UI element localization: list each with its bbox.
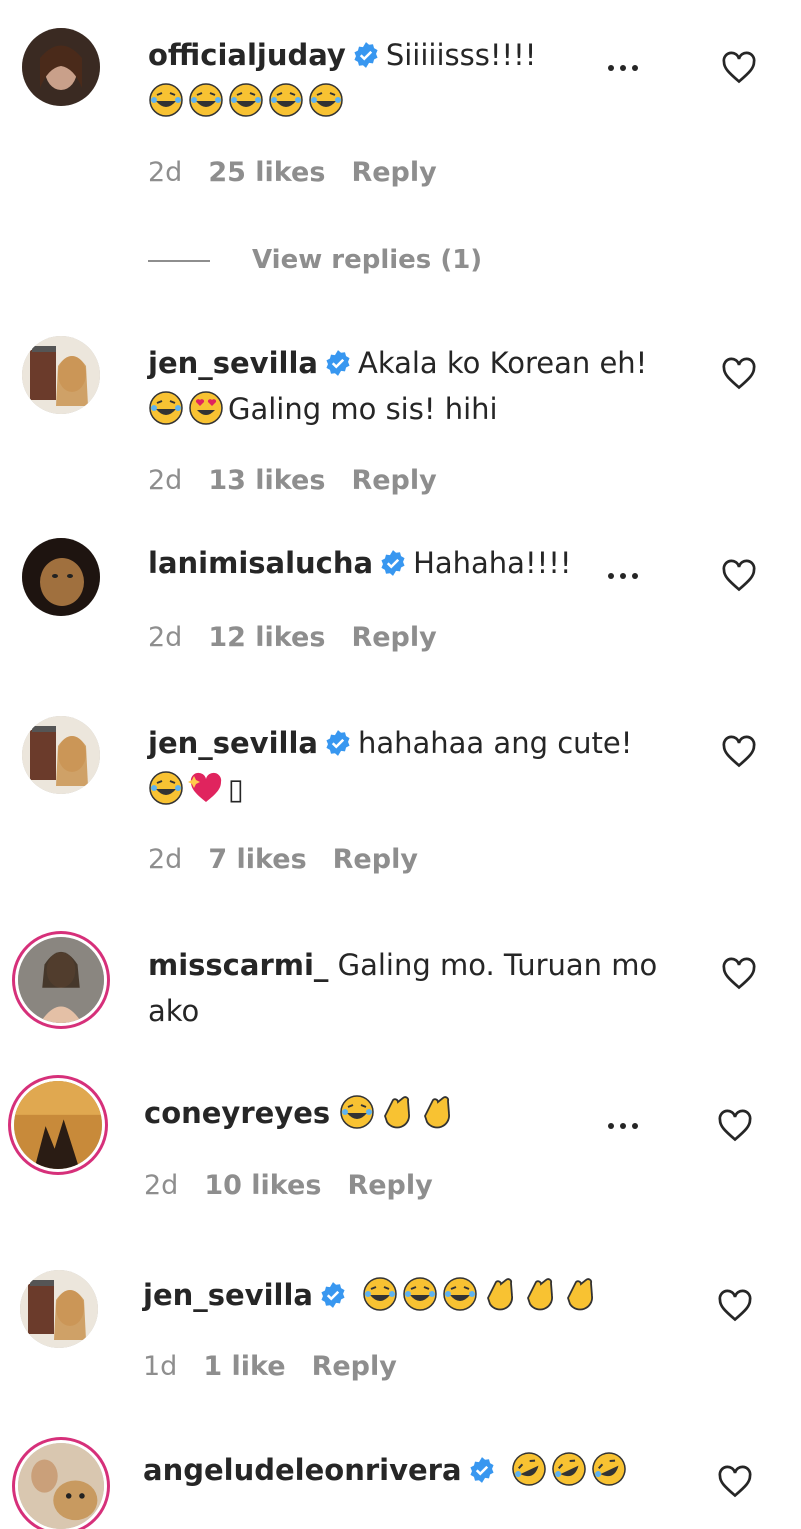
sparkling-heart-emoji-icon: [188, 772, 222, 802]
divider-line: [148, 259, 210, 262]
comment-text-continued: ako: [148, 994, 200, 1028]
more-icon[interactable]: [603, 1106, 643, 1146]
view-replies-button[interactable]: View replies (1): [148, 245, 482, 275]
timestamp: 2d: [148, 622, 183, 653]
clap-emoji-icon: [487, 1278, 514, 1311]
reply-button[interactable]: Reply: [351, 465, 436, 496]
heart-icon[interactable]: [721, 734, 757, 770]
reply-button[interactable]: Reply: [351, 157, 436, 188]
username[interactable]: misscarmi_: [148, 948, 328, 982]
heart-icon[interactable]: [717, 1464, 753, 1500]
comment-text: Akala ko Korean eh!: [357, 346, 648, 380]
laugh-tears-emoji-icon: [229, 83, 263, 117]
heart-icon[interactable]: [721, 50, 757, 86]
reply-button[interactable]: Reply: [347, 1170, 432, 1201]
clap-emoji-icon: [384, 1096, 411, 1129]
laugh-tears-emoji-icon: [363, 1277, 397, 1311]
laugh-tears-emoji-icon: [189, 83, 223, 117]
heart-icon[interactable]: [721, 558, 757, 594]
comment-body: angeludeleonrivera: [143, 1447, 698, 1493]
reply-button[interactable]: Reply: [312, 1351, 397, 1382]
rofl-emoji-icon: [552, 1452, 586, 1486]
view-replies-label: View replies (1): [252, 245, 483, 275]
clap-emoji-icon: [567, 1278, 594, 1311]
comments-feed: officialjuday Siiiiisss!!!! 2d 25 likes Rep…: [0, 0, 801, 1529]
heart-icon[interactable]: [721, 356, 757, 392]
comment-text-continued: Galing mo sis! hihi: [228, 392, 498, 426]
verified-badge-icon: [326, 350, 350, 376]
more-icon[interactable]: [603, 556, 643, 596]
comment-meta: 2d 25 likes Reply: [148, 157, 463, 188]
avatar-with-story-ring[interactable]: [18, 937, 104, 1023]
laugh-tears-emoji-icon: [403, 1277, 437, 1311]
verified-badge-icon: [469, 1457, 494, 1483]
rofl-emoji-icon: [512, 1452, 546, 1486]
timestamp: 2d: [148, 844, 183, 875]
likes-count[interactable]: 7 likes: [208, 844, 306, 875]
username[interactable]: jen_sevilla: [143, 1278, 313, 1312]
verified-badge-icon: [381, 550, 405, 576]
timestamp: 2d: [148, 465, 183, 496]
clap-emoji-icon: [527, 1278, 554, 1311]
avatar-with-story-ring[interactable]: [14, 1081, 102, 1169]
verified-badge-icon: [354, 42, 378, 68]
comment-text: Galing mo. Turuan mo: [337, 948, 658, 982]
comment-meta: 2d 13 likes Reply: [148, 465, 463, 496]
username[interactable]: lanimisalucha: [148, 546, 373, 580]
avatar[interactable]: [22, 716, 100, 794]
laugh-tears-emoji-icon: [340, 1095, 375, 1129]
reply-button[interactable]: Reply: [351, 622, 436, 653]
comment-body: jen_sevilla Akala ko Korean eh! Galing mo…: [148, 340, 703, 432]
comment-meta: 2d 7 likes Reply: [148, 844, 444, 875]
verified-badge-icon: [321, 1282, 345, 1308]
comment-body: jen_sevilla hahahaa ang cute! ▯: [148, 720, 703, 812]
likes-count[interactable]: 12 likes: [208, 622, 325, 653]
comment-meta: 2d 12 likes Reply: [148, 622, 463, 653]
heart-eyes-emoji-icon: [189, 391, 223, 425]
comment-text-continued: ▯: [228, 772, 244, 806]
laugh-tears-emoji-icon: [443, 1277, 477, 1311]
comment-text: Siiiiisss!!!!: [385, 38, 537, 72]
heart-icon[interactable]: [717, 1108, 753, 1144]
heart-icon[interactable]: [721, 956, 757, 992]
comment-body: misscarmi_ Galing mo. Turuan mo ako: [148, 942, 703, 1034]
avatar-with-story-ring[interactable]: [18, 1443, 104, 1529]
laugh-tears-emoji-icon: [149, 83, 183, 117]
likes-count[interactable]: 1 like: [203, 1351, 285, 1382]
laugh-tears-emoji-icon: [309, 83, 343, 117]
verified-badge-icon: [326, 730, 350, 756]
comment-text: Hahaha!!!!: [413, 546, 572, 580]
comment-meta: 2d 10 likes Reply: [144, 1170, 459, 1201]
likes-count[interactable]: 25 likes: [208, 157, 325, 188]
avatar[interactable]: [22, 28, 100, 106]
avatar[interactable]: [22, 538, 100, 616]
laugh-tears-emoji-icon: [149, 771, 183, 805]
avatar[interactable]: [20, 1270, 98, 1348]
username[interactable]: jen_sevilla: [148, 726, 318, 760]
timestamp: 1d: [143, 1351, 178, 1382]
comment-body: jen_sevilla: [143, 1272, 698, 1318]
comment-meta: 1d 1 like Reply: [143, 1351, 423, 1382]
rofl-emoji-icon: [592, 1452, 626, 1486]
username[interactable]: officialjuday: [148, 38, 346, 72]
username[interactable]: jen_sevilla: [148, 346, 318, 380]
timestamp: 2d: [144, 1170, 179, 1201]
likes-count[interactable]: 13 likes: [208, 465, 325, 496]
timestamp: 2d: [148, 157, 183, 188]
more-icon[interactable]: [603, 48, 643, 88]
laugh-tears-emoji-icon: [149, 391, 183, 425]
clap-emoji-icon: [424, 1096, 451, 1129]
likes-count[interactable]: 10 likes: [204, 1170, 321, 1201]
laugh-tears-emoji-icon: [269, 83, 303, 117]
avatar[interactable]: [22, 336, 100, 414]
heart-icon[interactable]: [717, 1288, 753, 1324]
username[interactable]: coneyreyes: [144, 1096, 330, 1130]
reply-button[interactable]: Reply: [333, 844, 418, 875]
comment-text: hahahaa ang cute!: [357, 726, 633, 760]
username[interactable]: angeludeleonrivera: [143, 1453, 462, 1487]
